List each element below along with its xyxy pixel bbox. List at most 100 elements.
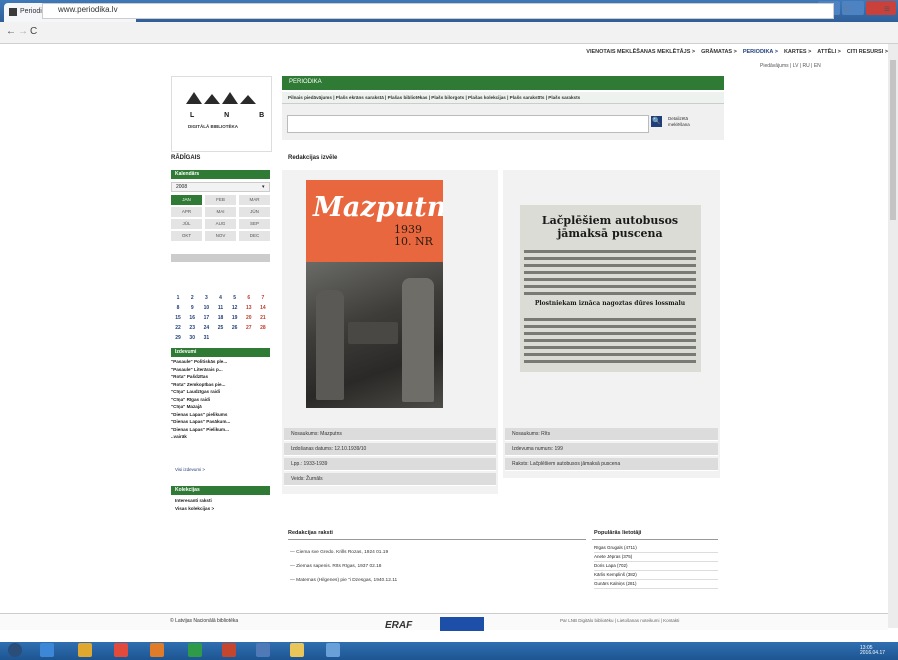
day-cell[interactable]: 31 <box>199 334 213 342</box>
main-title: Redakcijas izvēle <box>288 155 338 161</box>
language-switcher[interactable]: Piedāvājums | LV | RU | EN <box>760 63 821 69</box>
day-cell[interactable]: 7 <box>256 294 270 302</box>
excel-icon[interactable] <box>188 643 202 657</box>
day-cell[interactable]: 26 <box>228 324 242 332</box>
nav-books[interactable]: GRĀMATAS > <box>701 49 737 61</box>
photos-icon[interactable] <box>256 643 270 657</box>
day-cell[interactable]: 19 <box>228 314 242 322</box>
day-cell[interactable]: 25 <box>213 324 227 332</box>
month-cell[interactable]: SEP <box>239 219 270 229</box>
month-cell[interactable]: APR <box>171 207 202 217</box>
related-item[interactable]: — Ziemas sapenis. Rīts Rīgas, 1937 02.18 <box>290 560 590 574</box>
advanced-search-link[interactable]: Detalizētā meklēšana <box>668 116 708 128</box>
day-cell[interactable]: 23 <box>185 324 199 332</box>
ie-icon[interactable] <box>40 643 54 657</box>
day-cell[interactable]: 11 <box>213 304 227 312</box>
day-cell[interactable]: 29 <box>171 334 185 342</box>
issue-link[interactable]: ..vairāk <box>171 433 270 441</box>
day-cell[interactable]: 3 <box>199 294 213 302</box>
day-cell[interactable]: 21 <box>256 314 270 322</box>
issue-link[interactable]: "Rota" Zemkopības pie... <box>171 381 270 389</box>
footer-links[interactable]: Par LNB Digitālo bibliotēku | Lietošanas… <box>560 618 679 623</box>
bookmark-star-icon[interactable]: ☆ <box>842 4 851 15</box>
day-cell[interactable]: 5 <box>228 294 242 302</box>
day-cell[interactable]: 17 <box>199 314 213 322</box>
folder-icon[interactable] <box>290 643 304 657</box>
scrollbar-thumb[interactable] <box>890 60 896 220</box>
close-window-button[interactable] <box>866 1 896 15</box>
popular-item[interactable]: Anete Jēpras (375) <box>594 553 718 562</box>
day-cell[interactable]: 27 <box>242 324 256 332</box>
day-cell[interactable]: 18 <box>213 314 227 322</box>
day-cell[interactable]: 20 <box>242 314 256 322</box>
search-input[interactable] <box>287 115 649 133</box>
year-select[interactable]: 2008 <box>171 182 270 192</box>
day-cell[interactable]: 8 <box>171 304 185 312</box>
magazine-cover-image[interactable]: Mazputns 1939 10. NR <box>306 180 443 408</box>
file-explorer-icon[interactable] <box>78 643 92 657</box>
month-cell[interactable]: OKT <box>171 231 202 241</box>
issue-link[interactable]: "Cīņa" Rīgas raidi <box>171 396 270 404</box>
month-cell[interactable]: MAI <box>205 207 236 217</box>
forward-icon[interactable]: → <box>18 26 28 37</box>
nav-other-resources[interactable]: CITI RESURSI > <box>847 49 888 61</box>
chevron-down-icon[interactable]: ▾ <box>262 184 265 190</box>
day-cell[interactable]: 6 <box>242 294 256 302</box>
popular-item[interactable]: Rīgas Grugals (4711) <box>594 544 718 553</box>
day-cell[interactable]: 22 <box>171 324 185 332</box>
nav-images[interactable]: ATTĒLI > <box>817 49 841 61</box>
powerpoint-icon[interactable] <box>222 643 236 657</box>
reload-icon[interactable]: C <box>30 26 37 37</box>
related-item[interactable]: — Matemas (Hilgenes) pie "i Dzesgas, 194… <box>290 574 590 588</box>
clock-date: 2016.04.17 <box>860 650 886 656</box>
day-cell[interactable]: 1 <box>171 294 185 302</box>
nav-maps[interactable]: KARTES > <box>784 49 811 61</box>
month-cell[interactable]: DEC <box>239 231 270 241</box>
month-cell[interactable]: JŪN <box>239 207 270 217</box>
search-button[interactable]: 🔍 <box>651 116 662 127</box>
issue-link[interactable]: "Pasaule" Literārais p... <box>171 366 270 374</box>
popular-item[interactable]: Kārlis Kemplinš (382) <box>594 571 718 580</box>
issue-link[interactable]: "Dienas Lapas" Pasākum... <box>171 418 270 426</box>
issue-link[interactable]: "Rota" Pašdzītas <box>171 373 270 381</box>
paint-icon[interactable] <box>326 643 340 657</box>
day-cell[interactable]: 14 <box>256 304 270 312</box>
month-cell[interactable]: MAR <box>239 195 270 205</box>
day-cell[interactable]: 13 <box>242 304 256 312</box>
month-cell[interactable]: FEB <box>205 195 236 205</box>
issue-link[interactable]: "Cīņa" Laudzīgas raidi <box>171 388 270 396</box>
firefox-icon[interactable] <box>150 643 164 657</box>
nav-periodicals[interactable]: PERIODIKA > <box>743 49 778 61</box>
issue-link[interactable]: "Cīņa" Mazajā <box>171 403 270 411</box>
issue-link[interactable]: "Dienas Lapas" Pielikum... <box>171 426 270 434</box>
month-cell[interactable]: AUG <box>205 219 236 229</box>
day-cell[interactable]: 15 <box>171 314 185 322</box>
url-input[interactable] <box>42 3 834 19</box>
day-cell[interactable]: 28 <box>256 324 270 332</box>
day-cell[interactable]: 2 <box>185 294 199 302</box>
nav-unified-search[interactable]: VIENOTAIS MEKLĒŠANAS MEKLĒTĀJS > <box>586 49 695 61</box>
day-cell[interactable]: 24 <box>199 324 213 332</box>
popular-item[interactable]: Doris Lapa (702) <box>594 562 718 571</box>
popular-item[interactable]: Gunārs Kalniņs (281) <box>594 580 718 589</box>
browser-menu-icon[interactable]: ≡ <box>884 4 890 15</box>
month-cell[interactable]: JAN <box>171 195 202 205</box>
day-cell[interactable]: 30 <box>185 334 199 342</box>
day-cell[interactable]: 10 <box>199 304 213 312</box>
issue-link[interactable]: "Dienas Lapas" pielikums <box>171 411 270 419</box>
chrome-icon[interactable] <box>114 643 128 657</box>
day-cell[interactable]: 16 <box>185 314 199 322</box>
day-cell[interactable]: 4 <box>213 294 227 302</box>
back-icon[interactable]: ← <box>6 26 16 37</box>
day-cell[interactable]: 9 <box>185 304 199 312</box>
month-cell[interactable]: JŪL <box>171 219 202 229</box>
day-cell[interactable]: 12 <box>228 304 242 312</box>
sub-navigation-links[interactable]: Pilnais piedāvājums | Plašs ekrāns sarak… <box>288 95 580 100</box>
collection-link[interactable]: Visas kolekcijas > <box>171 505 270 513</box>
collection-link[interactable]: Interesanti raksti <box>171 497 270 505</box>
issue-link[interactable]: "Pasaule" Politiskās ple... <box>171 358 270 366</box>
related-item[interactable]: — Ciema sve Gredo. Krills Rozas, 1924 01… <box>290 546 590 560</box>
start-button-icon[interactable] <box>8 643 22 657</box>
more-issues-link[interactable]: Visi izdevumi > <box>175 467 205 472</box>
month-cell[interactable]: NOV <box>205 231 236 241</box>
